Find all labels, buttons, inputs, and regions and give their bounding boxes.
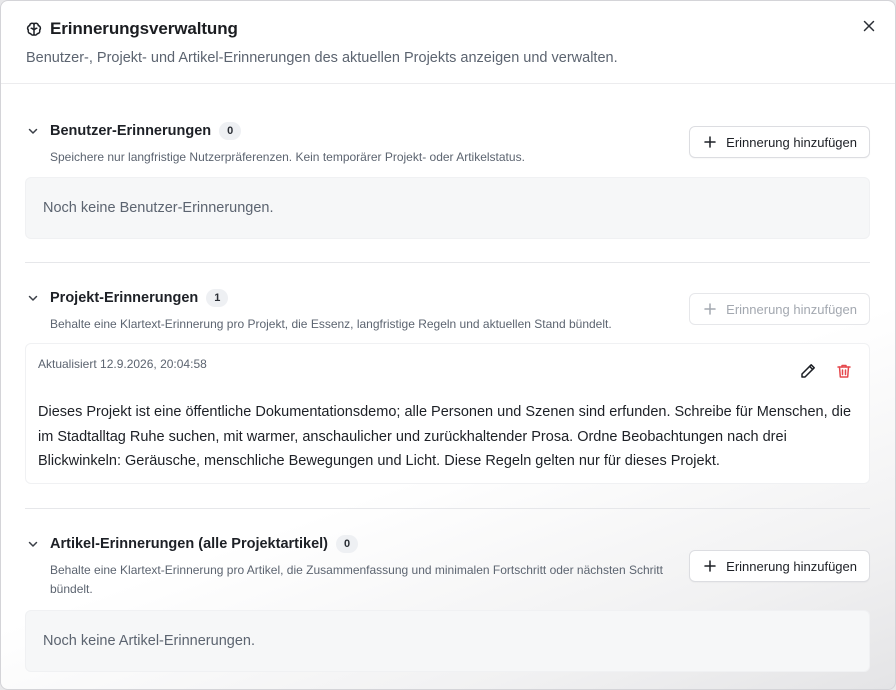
close-icon bbox=[863, 20, 875, 32]
section-article-memories: Artikel-Erinnerungen (alle Projektartike… bbox=[25, 535, 870, 672]
section-project-memories: Projekt-Erinnerungen 1 Behalte eine Klar… bbox=[25, 289, 870, 484]
section-divider bbox=[25, 508, 870, 509]
section-divider bbox=[25, 262, 870, 263]
count-badge: 0 bbox=[219, 122, 242, 140]
memory-dialog: Erinnerungsverwaltung Benutzer-, Projekt… bbox=[0, 0, 896, 690]
pencil-icon bbox=[799, 362, 817, 380]
section-title[interactable]: Artikel-Erinnerungen (alle Projektartike… bbox=[50, 535, 358, 553]
plus-icon bbox=[704, 303, 716, 315]
chevron-down-icon[interactable] bbox=[27, 124, 39, 136]
section-title-text: Artikel-Erinnerungen (alle Projektartike… bbox=[50, 536, 328, 552]
plus-icon bbox=[704, 560, 716, 572]
trash-icon bbox=[835, 362, 853, 380]
memory-actions bbox=[799, 362, 853, 380]
memory-card: Aktualisiert 12.9.2026, 20:04:58 Dieses … bbox=[25, 343, 870, 484]
add-article-memory-button[interactable]: Erinnerung hinzufügen bbox=[689, 550, 870, 582]
add-button-label: Erinnerung hinzufügen bbox=[726, 134, 857, 150]
add-user-memory-button[interactable]: Erinnerung hinzufügen bbox=[689, 126, 870, 158]
add-button-label: Erinnerung hinzufügen bbox=[726, 558, 857, 574]
delete-button[interactable] bbox=[835, 362, 853, 380]
empty-state: Noch keine Artikel-Erinnerungen. bbox=[25, 610, 870, 672]
section-description: Behalte eine Klartext-Erinnerung pro Art… bbox=[50, 563, 663, 596]
section-header: Artikel-Erinnerungen (alle Projektartike… bbox=[25, 535, 870, 596]
memory-content: Dieses Projekt ist eine öffentliche Doku… bbox=[38, 404, 852, 469]
add-button-label: Erinnerung hinzufügen bbox=[726, 301, 857, 317]
close-button[interactable] bbox=[859, 16, 879, 36]
dialog-title: Erinnerungsverwaltung bbox=[50, 19, 238, 38]
chevron-down-icon[interactable] bbox=[27, 291, 39, 303]
dialog-subtitle: Benutzer-, Projekt- und Artikel-Erinneru… bbox=[26, 50, 618, 66]
section-title[interactable]: Benutzer-Erinnerungen 0 bbox=[50, 122, 242, 140]
memory-updated-timestamp: Aktualisiert 12.9.2026, 20:04:58 bbox=[38, 357, 207, 371]
count-badge: 1 bbox=[206, 289, 229, 307]
section-user-memories: Benutzer-Erinnerungen 0 Speichere nur la… bbox=[25, 122, 870, 239]
section-header: Benutzer-Erinnerungen 0 Speichere nur la… bbox=[25, 122, 870, 182]
section-header: Projekt-Erinnerungen 1 Behalte eine Klar… bbox=[25, 289, 870, 349]
count-badge: 0 bbox=[336, 535, 358, 553]
dialog-header: Erinnerungsverwaltung Benutzer-, Projekt… bbox=[1, 1, 895, 84]
chevron-down-icon[interactable] bbox=[27, 537, 39, 549]
section-title[interactable]: Projekt-Erinnerungen 1 bbox=[50, 289, 229, 307]
add-project-memory-button[interactable]: Erinnerung hinzufügen bbox=[689, 293, 870, 325]
plus-icon bbox=[704, 136, 716, 148]
section-description: Speichere nur langfristige Nutzerpräfere… bbox=[50, 150, 525, 164]
brain-icon bbox=[26, 21, 42, 37]
section-description: Behalte eine Klartext-Erinnerung pro Pro… bbox=[50, 317, 612, 331]
section-title-text: Projekt-Erinnerungen bbox=[50, 290, 199, 306]
empty-state: Noch keine Benutzer-Erinnerungen. bbox=[25, 177, 870, 239]
edit-button[interactable] bbox=[799, 362, 817, 380]
title-row: Erinnerungsverwaltung bbox=[26, 19, 238, 39]
section-title-text: Benutzer-Erinnerungen bbox=[50, 123, 212, 139]
